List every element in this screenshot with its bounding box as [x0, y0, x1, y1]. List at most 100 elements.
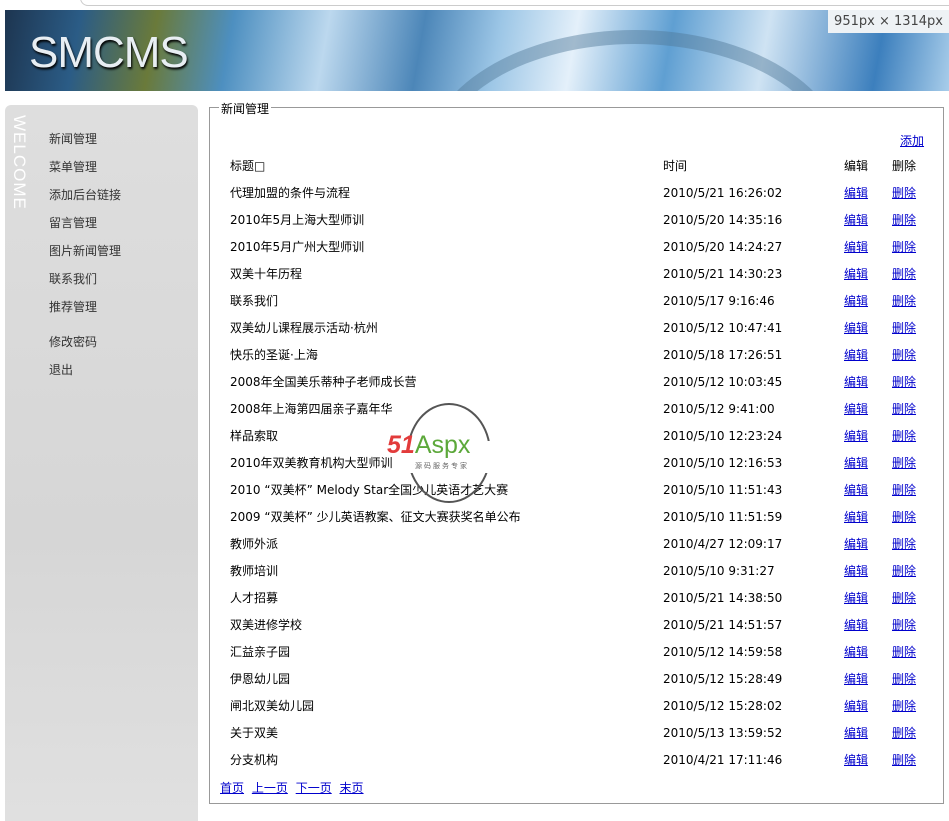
sidebar-item-add-link[interactable]: 添加后台链接 — [49, 187, 121, 215]
edit-link[interactable]: 编辑 — [844, 239, 868, 255]
header-banner: SMCMS — [5, 10, 949, 91]
news-title: 闸北双美幼儿园 — [230, 699, 315, 713]
delete-link[interactable]: 删除 — [892, 185, 916, 201]
sidebar-item-photo-news[interactable]: 图片新闻管理 — [49, 243, 121, 271]
news-time: 2010/5/12 14:59:58 — [663, 645, 783, 659]
size-badge: 951px × 1314px — [828, 10, 949, 33]
news-time: 2010/5/10 9:31:27 — [663, 564, 775, 578]
first-page-link[interactable]: 首页 — [220, 781, 244, 795]
news-time: 2010/5/12 15:28:02 — [663, 699, 783, 713]
sidebar-item-logout[interactable]: 退出 — [49, 362, 121, 390]
delete-link[interactable]: 删除 — [892, 455, 916, 471]
news-time: 2010/5/10 11:51:59 — [663, 510, 783, 524]
news-title: 2010年5月广州大型师训 — [230, 240, 365, 254]
edit-link[interactable]: 编辑 — [844, 401, 868, 417]
edit-link[interactable]: 编辑 — [844, 563, 868, 579]
news-time: 2010/5/12 15:28:49 — [663, 672, 783, 686]
delete-link[interactable]: 删除 — [892, 428, 916, 444]
sidebar-item-recommend[interactable]: 推荐管理 — [49, 299, 121, 327]
delete-link[interactable]: 删除 — [892, 698, 916, 714]
edit-link[interactable]: 编辑 — [844, 644, 868, 660]
last-page-link[interactable]: 末页 — [340, 781, 364, 795]
delete-link[interactable]: 删除 — [892, 293, 916, 309]
site-logo: SMCMS — [29, 28, 189, 77]
panel-legend: 新闻管理 — [219, 100, 272, 117]
news-time: 2010/5/12 9:41:00 — [663, 402, 775, 416]
news-title: 教师外派 — [230, 537, 279, 551]
sidebar-item-menu[interactable]: 菜单管理 — [49, 159, 121, 187]
news-title: 关于双美 — [230, 726, 279, 740]
delete-link[interactable]: 删除 — [892, 671, 916, 687]
news-management-panel: 新闻管理 添加 标题□ 时间 编辑 删除 代理加盟的条件与流程 2010/5/2… — [209, 100, 944, 804]
news-time: 2010/5/21 16:26:02 — [663, 186, 783, 200]
edit-link[interactable]: 编辑 — [844, 185, 868, 201]
news-title: 2008年全国美乐蒂种子老师成长营 — [230, 375, 417, 389]
news-title: 快乐的圣诞·上海 — [230, 348, 318, 362]
news-title: 联系我们 — [230, 294, 279, 308]
edit-link[interactable]: 编辑 — [844, 752, 868, 768]
delete-link[interactable]: 删除 — [892, 536, 916, 552]
edit-link[interactable]: 编辑 — [844, 293, 868, 309]
news-title: 双美进修学校 — [230, 618, 303, 632]
prev-page-link[interactable]: 上一页 — [252, 781, 288, 795]
delete-link[interactable]: 删除 — [892, 590, 916, 606]
news-title: 伊恩幼儿园 — [230, 672, 291, 686]
edit-link[interactable]: 编辑 — [844, 725, 868, 741]
news-title: 分支机构 — [230, 753, 279, 767]
news-time: 2010/5/20 14:24:27 — [663, 240, 783, 254]
edit-link[interactable]: 编辑 — [844, 482, 868, 498]
edit-link[interactable]: 编辑 — [844, 428, 868, 444]
news-time: 2010/5/10 11:51:43 — [663, 483, 783, 497]
delete-link[interactable]: 删除 — [892, 212, 916, 228]
edit-link[interactable]: 编辑 — [844, 374, 868, 390]
delete-link[interactable]: 删除 — [892, 266, 916, 282]
sidebar-item-contact[interactable]: 联系我们 — [49, 271, 121, 299]
news-title: 样品索取 — [230, 429, 279, 443]
edit-link[interactable]: 编辑 — [844, 671, 868, 687]
delete-link[interactable]: 删除 — [892, 320, 916, 336]
delete-link[interactable]: 删除 — [892, 239, 916, 255]
news-time: 2010/5/21 14:38:50 — [663, 591, 783, 605]
edit-link[interactable]: 编辑 — [844, 590, 868, 606]
delete-link[interactable]: 删除 — [892, 752, 916, 768]
sidebar: WELCOME 新闻管理 菜单管理 添加后台链接 留言管理 图片新闻管理 联系我… — [5, 105, 198, 821]
delete-link[interactable]: 删除 — [892, 482, 916, 498]
sidebar-item-messages[interactable]: 留言管理 — [49, 215, 121, 243]
news-time: 2010/5/20 14:35:16 — [663, 213, 783, 227]
news-title: 教师培训 — [230, 564, 279, 578]
edit-link[interactable]: 编辑 — [844, 266, 868, 282]
news-title: 双美幼儿课程展示活动·杭州 — [230, 321, 378, 335]
edit-link[interactable]: 编辑 — [844, 509, 868, 525]
delete-link[interactable]: 删除 — [892, 347, 916, 363]
delete-link[interactable]: 删除 — [892, 644, 916, 660]
edit-link[interactable]: 编辑 — [844, 617, 868, 633]
sidebar-item-news[interactable]: 新闻管理 — [49, 131, 121, 159]
edit-link[interactable]: 编辑 — [844, 698, 868, 714]
edit-link[interactable]: 编辑 — [844, 212, 868, 228]
add-button[interactable]: 添加 — [900, 132, 924, 149]
pagination: 首页 上一页 下一页 末页 — [220, 779, 368, 796]
news-title: 汇益亲子园 — [230, 645, 291, 659]
welcome-label: WELCOME — [10, 115, 29, 210]
next-page-link[interactable]: 下一页 — [296, 781, 332, 795]
delete-link[interactable]: 删除 — [892, 374, 916, 390]
delete-link[interactable]: 删除 — [892, 509, 916, 525]
news-time: 2010/5/21 14:30:23 — [663, 267, 783, 281]
delete-link[interactable]: 删除 — [892, 401, 916, 417]
column-header-time: 时间 — [663, 159, 688, 173]
news-time: 2010/5/10 12:23:24 — [663, 429, 783, 443]
delete-link[interactable]: 删除 — [892, 617, 916, 633]
edit-link[interactable]: 编辑 — [844, 455, 868, 471]
edit-link[interactable]: 编辑 — [844, 347, 868, 363]
news-title: 代理加盟的条件与流程 — [230, 186, 351, 200]
column-header-delete: 删除 — [892, 159, 917, 173]
delete-link[interactable]: 删除 — [892, 725, 916, 741]
sidebar-item-change-password[interactable]: 修改密码 — [49, 334, 121, 362]
edit-link[interactable]: 编辑 — [844, 536, 868, 552]
banner-decoration — [425, 30, 845, 91]
news-title: 人才招募 — [230, 591, 279, 605]
news-title: 2008年上海第四届亲子嘉年华 — [230, 402, 393, 416]
edit-link[interactable]: 编辑 — [844, 320, 868, 336]
delete-link[interactable]: 删除 — [892, 563, 916, 579]
news-time: 2010/5/21 14:51:57 — [663, 618, 783, 632]
